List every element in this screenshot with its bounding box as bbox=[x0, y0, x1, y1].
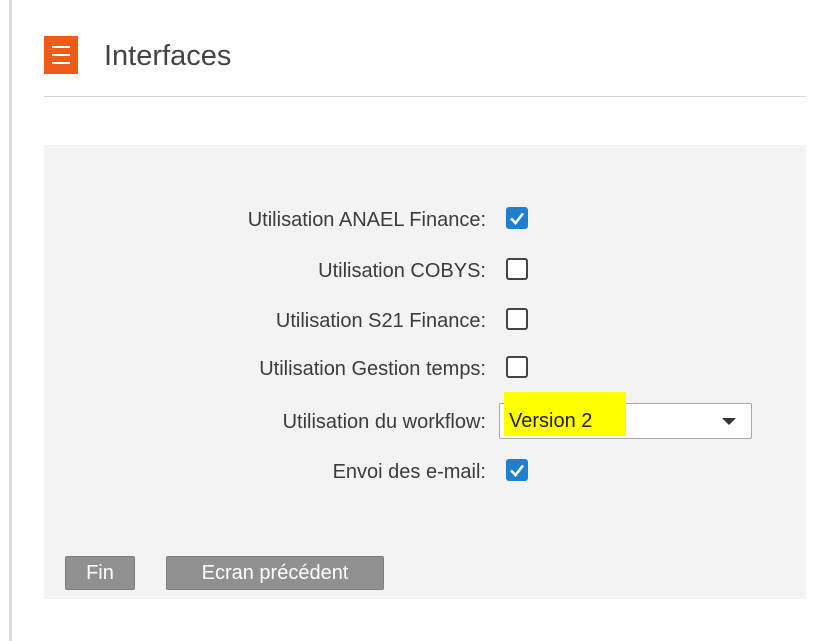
cobys-label: Utilisation COBYS: bbox=[318, 260, 486, 282]
envoi-email-checkbox[interactable] bbox=[506, 459, 528, 481]
page-title: Interfaces bbox=[104, 40, 232, 72]
workflow-select-value: Version 2 bbox=[509, 410, 593, 432]
hamburger-menu-icon[interactable] bbox=[44, 36, 78, 74]
row-cobys: Utilisation COBYS: bbox=[44, 254, 806, 288]
gestion-temps-label: Utilisation Gestion temps: bbox=[259, 358, 486, 380]
workflow-label: Utilisation du workflow: bbox=[282, 411, 486, 433]
page-header: Interfaces bbox=[44, 36, 806, 97]
chevron-down-icon bbox=[722, 418, 736, 425]
anael-finance-label: Utilisation ANAEL Finance: bbox=[247, 209, 486, 231]
s21-finance-checkbox[interactable] bbox=[506, 308, 528, 330]
row-gestion-temps: Utilisation Gestion temps: bbox=[44, 352, 806, 386]
gestion-temps-checkbox[interactable] bbox=[506, 356, 528, 378]
row-envoi-email: Envoi des e-mail: bbox=[44, 455, 806, 489]
envoi-email-label: Envoi des e-mail: bbox=[332, 461, 486, 483]
fin-button[interactable]: Fin bbox=[65, 556, 135, 590]
workflow-select[interactable]: Version 2 bbox=[499, 392, 752, 439]
s21-finance-label: Utilisation S21 Finance: bbox=[275, 310, 486, 332]
row-workflow: Utilisation du workflow: Version 2 bbox=[44, 392, 806, 439]
check-icon bbox=[510, 464, 525, 477]
row-anael-finance: Utilisation ANAEL Finance: bbox=[44, 203, 806, 237]
row-s21-finance: Utilisation S21 Finance: bbox=[44, 304, 806, 338]
check-icon bbox=[510, 212, 525, 225]
anael-finance-checkbox[interactable] bbox=[506, 207, 528, 229]
cobys-checkbox[interactable] bbox=[506, 258, 528, 280]
left-border bbox=[9, 0, 12, 641]
previous-screen-button[interactable]: Ecran précédent bbox=[166, 556, 384, 590]
interfaces-form-panel: Utilisation ANAEL Finance: Utilisation C… bbox=[44, 145, 806, 599]
